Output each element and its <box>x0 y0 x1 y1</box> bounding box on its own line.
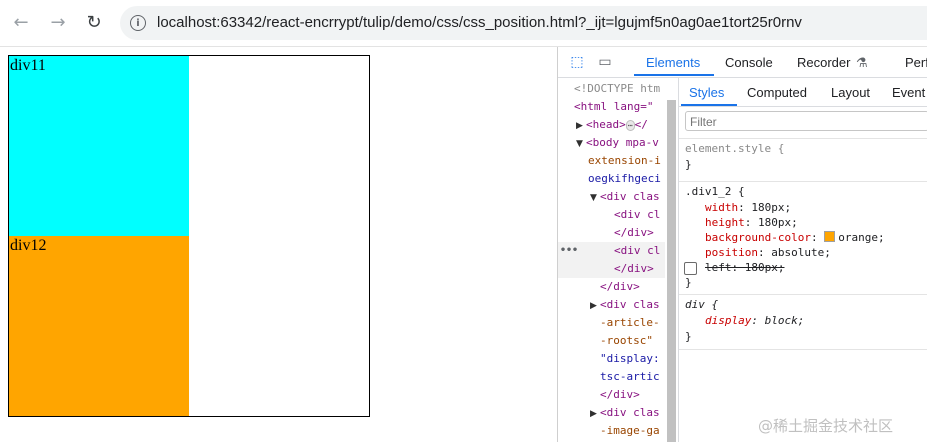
inspect-element-icon[interactable]: ⬚ <box>568 53 586 71</box>
reload-icon[interactable]: ↻ <box>81 9 107 35</box>
tab-computed[interactable]: Computed <box>747 85 807 100</box>
dom-node[interactable]: </div> <box>558 224 666 242</box>
expand-triangle-icon[interactable]: ▶ <box>590 297 600 315</box>
url-text[interactable]: localhost:63342/react-encrrypt/tulip/dem… <box>157 14 802 31</box>
elements-tree[interactable]: <!DOCTYPE htm <html lang=" ▶ <head> ⋯ </ ▼ <… <box>558 78 666 442</box>
css-declaration[interactable]: width: 180px; <box>705 200 791 215</box>
div1-2-rule: .div1_2 { width: 180px; height: 180px; b… <box>679 181 927 294</box>
back-arrow-icon[interactable]: ← <box>8 9 34 35</box>
tab-layout[interactable]: Layout <box>831 85 870 100</box>
forward-arrow-icon[interactable]: → <box>45 9 71 35</box>
tab-elements[interactable]: Elements <box>646 55 700 70</box>
rule-selector[interactable]: .div1_2 { <box>685 184 745 199</box>
dom-node[interactable]: <div cl <box>558 206 666 224</box>
styles-filter-input[interactable]: Filter <box>685 111 927 131</box>
container-box: div11 div12 <box>8 55 370 417</box>
div-user-agent-rule: div { display: block; } <box>679 294 927 351</box>
scrollbar-thumb[interactable] <box>667 100 676 442</box>
expand-triangle-icon[interactable]: ▶ <box>576 117 586 135</box>
active-subtab-indicator <box>681 104 737 106</box>
pane-splitter[interactable] <box>665 78 676 442</box>
tab-console[interactable]: Console <box>725 55 773 70</box>
declaration-toggle-checkbox[interactable] <box>684 262 697 275</box>
page-viewport: div11 div12 <box>0 47 557 442</box>
dom-node[interactable]: <html lang=" <box>558 98 666 116</box>
rule-close-brace: } <box>685 158 692 171</box>
collapse-triangle-icon[interactable]: ▼ <box>590 189 600 207</box>
css-declaration[interactable]: background-color: orange; <box>705 230 885 245</box>
browser-toolbar: ← → ↻ i localhost:63342/react-encrrypt/t… <box>0 0 927 47</box>
site-info-icon[interactable]: i <box>130 15 146 31</box>
dom-node[interactable]: -rootsc" <box>558 332 666 350</box>
dom-node[interactable]: ▶ <head> ⋯ </ <box>558 116 666 134</box>
styles-subtab-bar: Styles Computed Layout Event L <box>679 78 927 107</box>
dom-node[interactable]: <!DOCTYPE htm <box>558 80 666 98</box>
tab-performance[interactable]: Perf <box>905 55 927 70</box>
rule-close-brace: } <box>685 330 692 343</box>
element-style-selector[interactable]: element.style { <box>685 141 784 156</box>
recorder-flask-icon: ⚗ <box>856 55 868 70</box>
dom-node-selected-close[interactable]: </div> <box>558 260 666 278</box>
dom-node[interactable]: "display: <box>558 350 666 368</box>
device-toolbar-icon[interactable]: ▭ <box>596 53 614 71</box>
css-declaration[interactable]: display: block; <box>705 313 804 328</box>
div12-box: div12 <box>9 236 189 416</box>
div11-box: div11 <box>9 56 189 236</box>
devtools-panel: ⬚ ▭ Elements Console Recorder ⚗ Perf <!D… <box>557 47 927 442</box>
dom-node[interactable]: </div> <box>558 386 666 404</box>
dom-node[interactable]: </div> <box>558 278 666 296</box>
dom-node[interactable]: ▶ <div clas <box>558 404 666 422</box>
dom-node[interactable]: ▼ <body mpa-v <box>558 134 666 152</box>
dom-node[interactable]: ▼ <div clas <box>558 188 666 206</box>
devtools-tab-bar: ⬚ ▭ Elements Console Recorder ⚗ Perf <box>558 47 927 78</box>
dom-node[interactable]: ▶ <div clas <box>558 296 666 314</box>
dom-node[interactable]: tsc-artic <box>558 368 666 386</box>
tab-recorder[interactable]: Recorder <box>797 55 850 70</box>
dom-node-selected[interactable]: ••• <div cl <box>558 242 666 260</box>
address-bar[interactable]: i localhost:63342/react-encrrypt/tulip/d… <box>120 6 927 40</box>
collapse-triangle-icon[interactable]: ▼ <box>576 135 586 153</box>
div11-label: div11 <box>10 57 46 74</box>
color-swatch-icon[interactable] <box>824 231 836 242</box>
tab-styles[interactable]: Styles <box>689 85 724 100</box>
tab-event-listeners[interactable]: Event L <box>892 85 927 100</box>
rule-divider <box>679 349 927 351</box>
css-declaration[interactable]: position: absolute; <box>705 245 831 260</box>
div12-label: div12 <box>10 237 47 254</box>
dom-node[interactable]: extension-i <box>558 152 666 170</box>
collapsed-content-icon[interactable]: ⋯ <box>625 119 635 131</box>
styles-pane: Styles Computed Layout Event L Filter el… <box>678 78 927 442</box>
css-declaration[interactable]: height: 180px; <box>705 215 798 230</box>
watermark: @稀土掘金技术社区 <box>758 417 894 435</box>
more-options-icon[interactable]: ••• <box>560 242 578 260</box>
rule-selector[interactable]: div { <box>685 297 718 312</box>
dom-node[interactable]: -image-ga <box>558 422 666 440</box>
expand-triangle-icon[interactable]: ▶ <box>590 405 600 423</box>
rule-close-brace: } <box>685 276 692 289</box>
dom-node[interactable]: oegkifhgeci <box>558 170 666 188</box>
disabled-declaration[interactable]: left: 180px; <box>705 260 784 275</box>
dom-node[interactable]: -article- <box>558 314 666 332</box>
active-tab-indicator <box>634 74 714 76</box>
element-style-rule: element.style { } <box>679 138 927 182</box>
